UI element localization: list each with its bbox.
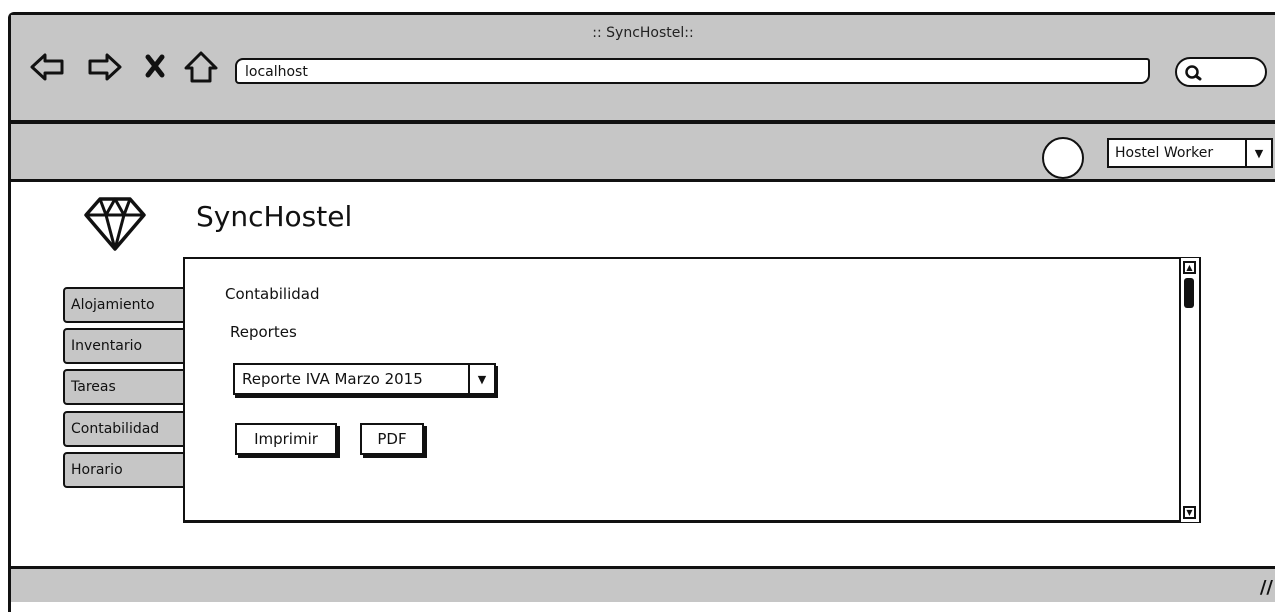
user-role-value: Hostel Worker <box>1115 145 1214 161</box>
user-avatar[interactable] <box>1042 137 1084 179</box>
report-select[interactable]: Reporte IVA Marzo 2015 ▼ <box>233 363 496 395</box>
sidebar-item-inventario[interactable]: Inventario <box>63 328 188 364</box>
section-title: Contabilidad <box>225 285 320 303</box>
scroll-down-icon[interactable]: ▼ <box>1183 506 1196 519</box>
chevron-down-icon: ▼ <box>1245 140 1271 166</box>
pdf-button[interactable]: PDF <box>360 423 424 455</box>
print-button[interactable]: Imprimir <box>235 423 337 455</box>
home-icon[interactable] <box>182 48 220 86</box>
app-title: SyncHostel <box>196 200 353 233</box>
window-title: :: SyncHostel:: <box>592 25 694 41</box>
diamond-icon <box>82 193 148 257</box>
forward-icon[interactable] <box>86 48 124 86</box>
stop-icon[interactable] <box>142 48 180 86</box>
search-icon <box>1185 65 1202 81</box>
url-field[interactable]: localhost <box>235 58 1150 84</box>
reports-subtitle: Reportes <box>230 323 297 341</box>
chevron-down-icon: ▼ <box>468 365 494 393</box>
sidebar-item-alojamiento[interactable]: Alojamiento <box>63 287 188 323</box>
user-role-select[interactable]: Hostel Worker ▼ <box>1107 138 1273 168</box>
sidebar-item-horario[interactable]: Horario <box>63 452 188 488</box>
sidebar-item-contabilidad[interactable]: Contabilidad <box>63 411 188 447</box>
toolbar-divider <box>11 179 1275 182</box>
browser-search-field[interactable] <box>1175 57 1267 87</box>
panel-scrollbar[interactable]: ▲ ▼ <box>1179 258 1199 522</box>
app-toolbar <box>11 124 1275 179</box>
resize-grip-icon[interactable]: // <box>1260 577 1273 598</box>
scroll-thumb[interactable] <box>1184 278 1194 308</box>
scroll-up-icon[interactable]: ▲ <box>1183 261 1196 274</box>
back-icon[interactable] <box>28 48 66 86</box>
report-select-value: Reporte IVA Marzo 2015 <box>242 370 423 388</box>
sidebar-item-tareas[interactable]: Tareas <box>63 369 188 405</box>
status-bar: // <box>11 566 1275 602</box>
